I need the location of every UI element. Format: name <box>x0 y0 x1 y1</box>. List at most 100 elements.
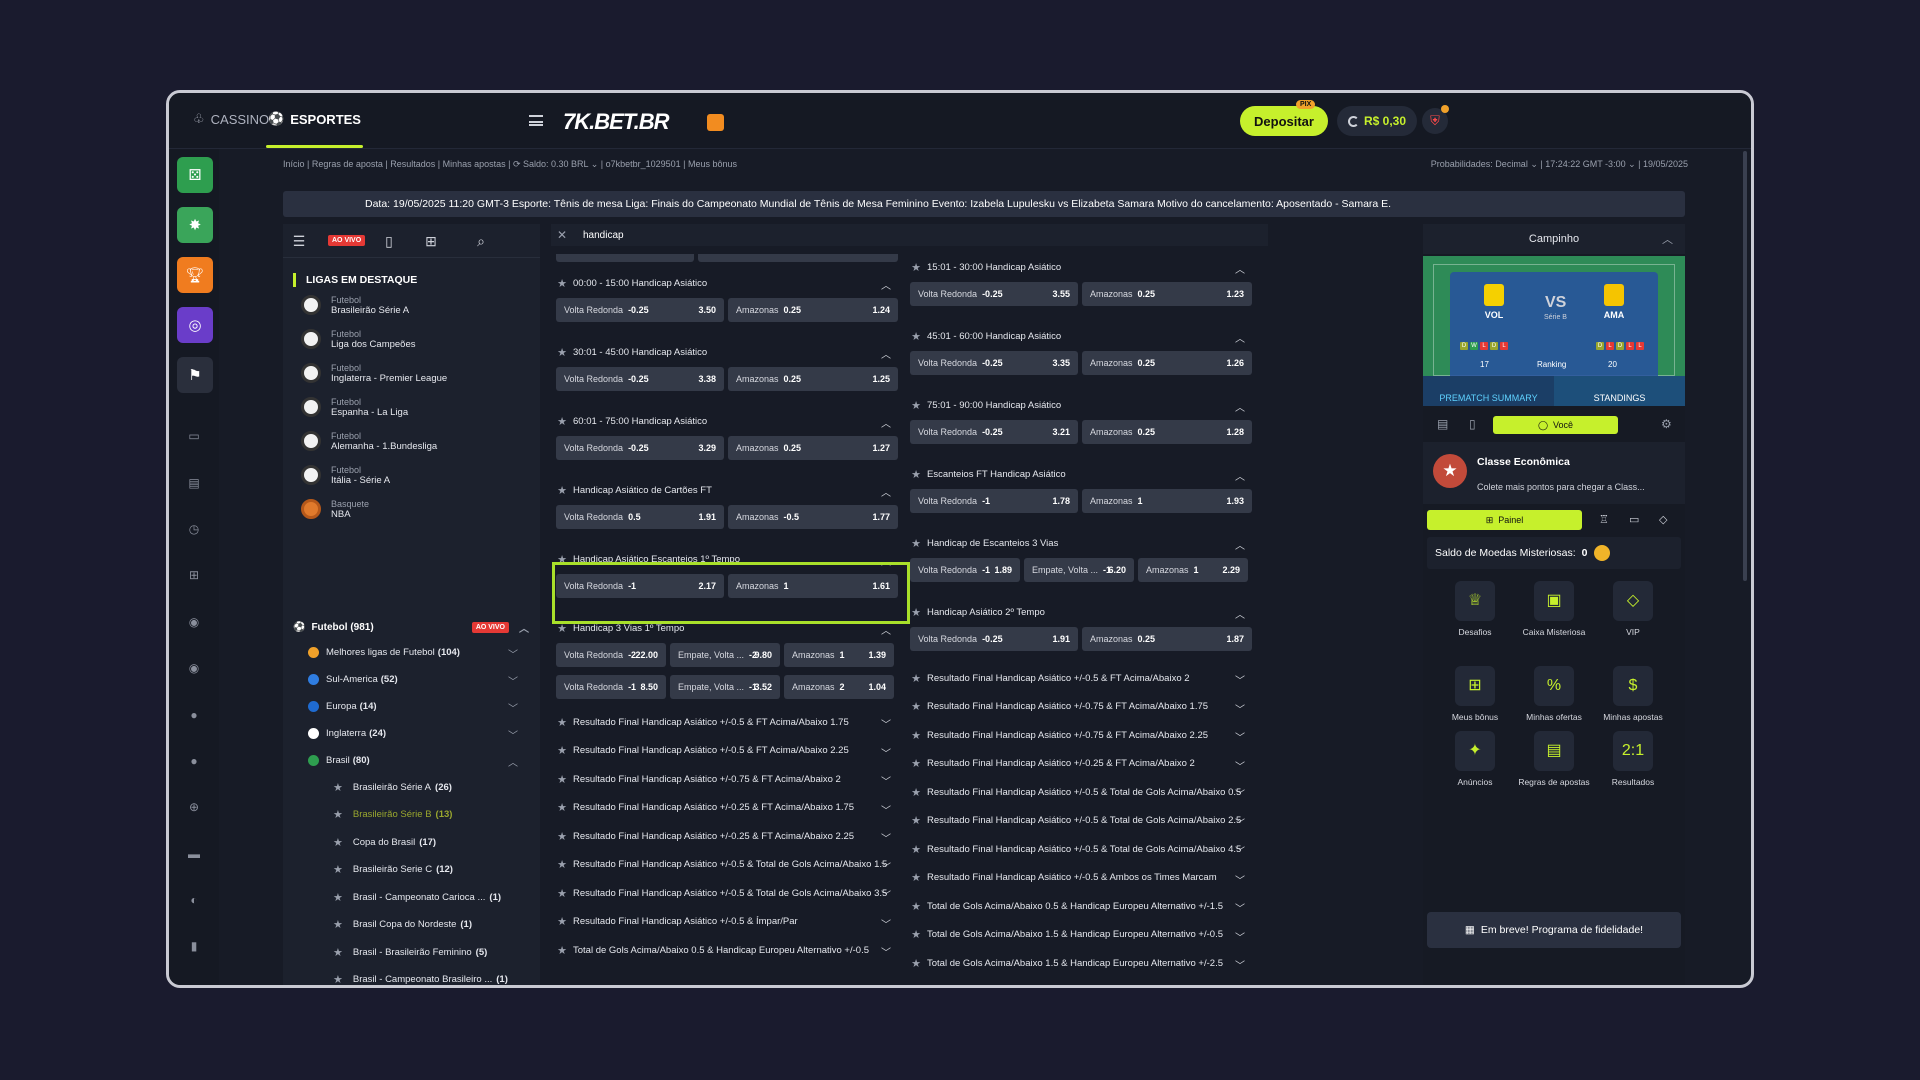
market-header[interactable]: ★ Total de Gols Acima/Abaixo 1.5 & Handic… <box>905 950 1255 976</box>
odd-button[interactable]: Amazonas 0.25 1.87 <box>1082 627 1252 651</box>
star-icon[interactable]: ★ <box>905 900 927 913</box>
market-header[interactable]: ★ Handicap Asiático 2º Tempo ︿ <box>905 599 1255 625</box>
soccer2-icon[interactable]: ◉ <box>186 660 202 676</box>
wheel-icon[interactable]: ◎ <box>177 307 213 343</box>
sport-football-header[interactable]: ⚽ Futebol (981) AO VIVO ︿ <box>293 617 529 637</box>
featured-league[interactable]: Futebol Alemanha - 1.Bundesliga <box>301 426 437 456</box>
menu-tile[interactable]: $ Minhas apostas <box>1593 666 1673 722</box>
odd-button[interactable]: Volta Redonda -0.25 3.21 <box>910 420 1078 444</box>
star-icon[interactable]: ★ <box>905 399 927 412</box>
star-icon[interactable]: ★ <box>551 944 573 957</box>
featured-league[interactable]: Futebol Brasileirão Série A <box>301 290 409 320</box>
loyalty-class-card[interactable]: ★ Classe Econômica Colete mais pontos pa… <box>1423 442 1685 504</box>
sub-league-item[interactable]: ★ Brasil Copa do Nordeste (1) <box>333 916 518 934</box>
star-icon[interactable]: ★ <box>905 786 927 799</box>
star-icon[interactable]: ★ <box>333 781 343 794</box>
star-icon[interactable]: ★ <box>905 261 927 274</box>
campinho-header[interactable]: Campinho ︿ <box>1423 224 1685 254</box>
menu-tile[interactable]: ✦ Anúncios <box>1435 731 1515 787</box>
close-icon[interactable]: ✕ <box>551 228 573 242</box>
soccer-icon[interactable]: ◉ <box>186 614 202 630</box>
odd-button[interactable]: Amazonas 0.25 1.28 <box>1082 420 1252 444</box>
odd-button[interactable]: Volta Redonda -0.25 3.29 <box>556 436 724 460</box>
table-tennis-icon[interactable]: ▮ <box>186 938 202 954</box>
market-header[interactable]: ★ 75:01 - 90:00 Handicap Asiático ︿ <box>905 392 1255 418</box>
market-header[interactable]: ★ Resultado Final Handicap Asiático +/-0.… <box>905 722 1255 748</box>
menu-tile[interactable]: % Minhas ofertas <box>1514 666 1594 722</box>
market-header[interactable]: ★ Resultado Final Handicap Asiático +/-0.… <box>551 709 901 735</box>
gear-icon[interactable]: ⚙ <box>1661 417 1672 431</box>
dashboard-button[interactable]: ⊞ Painel <box>1427 510 1582 530</box>
market-header[interactable]: ★ 30:01 - 45:00 Handicap Asiático ︿ <box>551 339 901 365</box>
star-icon[interactable]: ★ <box>905 843 927 856</box>
market-header[interactable]: ★ Resultado Final Handicap Asiático +/-0.… <box>905 665 1255 691</box>
menu-tile[interactable]: ♕ Desafios <box>1435 581 1515 637</box>
odd-button[interactable]: Volta Redonda -1 1.78 <box>910 489 1078 513</box>
star-icon[interactable]: ★ <box>551 277 573 290</box>
market-header[interactable]: ★ Resultado Final Handicap Asiático +/-0.… <box>905 751 1255 777</box>
star-icon[interactable]: ★ <box>905 700 927 713</box>
breadcrumb[interactable]: Início | Regras de aposta | Resultados |… <box>283 159 737 170</box>
market-header[interactable]: ★ Resultado Final Handicap Asiático +/-0.… <box>905 865 1255 891</box>
sub-league-item[interactable]: ★ Brasileirão Serie C (12) <box>333 861 518 879</box>
odd-button[interactable]: Volta Redonda -0.25 3.35 <box>910 351 1078 375</box>
market-header[interactable]: ★ 60:01 - 75:00 Handicap Asiático ︿ <box>551 408 901 434</box>
odd-button[interactable]: Amazonas 0.25 1.23 <box>1082 282 1252 306</box>
menu-tile[interactable]: ◇ VIP <box>1593 581 1673 637</box>
star-icon[interactable]: ★ <box>551 415 573 428</box>
loyalty-program-button[interactable]: ▦ Em breve! Programa de fidelidade! <box>1427 912 1681 948</box>
market-header[interactable]: ★ Escanteios FT Handicap Asiático ︿ <box>905 461 1255 487</box>
featured-league[interactable]: Futebol Liga dos Campeões <box>301 324 416 354</box>
volleyball-icon[interactable]: ◐ <box>186 892 202 908</box>
odd-button[interactable]: Amazonas 0.25 1.25 <box>728 367 898 391</box>
odd-button[interactable]: Amazonas 0.25 1.27 <box>728 436 898 460</box>
featured-league[interactable]: Futebol Espanha - La Liga <box>301 392 408 422</box>
page-scrollbar[interactable] <box>1743 151 1747 581</box>
tree-item[interactable]: Brasil (80) ︿ <box>308 751 518 769</box>
esports-icon[interactable]: ▬ <box>186 846 202 862</box>
odd-button[interactable]: Amazonas 0.25 1.26 <box>1082 351 1252 375</box>
brand-logo[interactable]: 7K.BET.BR <box>563 109 669 135</box>
tree-item[interactable]: Melhores ligas de Futebol (104) ﹀ <box>308 643 518 661</box>
featured-league[interactable]: Futebol Inglaterra - Premier League <box>301 358 447 388</box>
odd-button[interactable]: Amazonas -0.5 1.77 <box>728 505 898 529</box>
tab-prematch-summary[interactable]: PREMATCH SUMMARY <box>1423 376 1554 406</box>
odd-button[interactable]: Amazonas 0.25 1.24 <box>728 298 898 322</box>
tree-item[interactable]: Sul-America (52) ﹀ <box>308 670 518 688</box>
odd-button[interactable]: Empate, Volta ... -1 3.52 <box>670 675 780 699</box>
diamond-icon[interactable]: ◇ <box>1659 513 1667 526</box>
sub-league-item[interactable]: ★ Brasileirão Série A (26) <box>333 778 518 796</box>
sub-league-item[interactable]: ★ Copa do Brasil (17) <box>333 833 518 851</box>
search-input[interactable]: handicap <box>573 230 624 241</box>
menu-tile[interactable]: 2:1 Resultados <box>1593 731 1673 787</box>
tab-esportes[interactable]: ⚽ ESPORTES <box>266 111 363 148</box>
star-icon[interactable]: ★ <box>551 773 573 786</box>
odd-button[interactable]: Volta Redonda -0.25 3.38 <box>556 367 724 391</box>
star-icon[interactable]: ★ <box>905 814 927 827</box>
market-header[interactable]: ★ Handicap de Escanteios 3 Vias ︿ <box>905 530 1255 556</box>
sports-dice-icon[interactable]: ⚄ <box>177 157 213 193</box>
star-icon[interactable]: ★ <box>333 946 343 959</box>
odd-button[interactable]: Volta Redonda -0.25 3.50 <box>556 254 694 262</box>
globe-icon[interactable]: ● <box>186 707 202 723</box>
trophy-icon[interactable]: ♖ <box>1599 513 1609 526</box>
odd-button[interactable]: Volta Redonda -0.25 3.50 <box>556 298 724 322</box>
odd-button[interactable]: Amazonas 1 1.39 <box>784 643 894 667</box>
odd-button[interactable]: Volta Redonda -2 22.00 <box>556 643 666 667</box>
market-header[interactable]: ★ Resultado Final Handicap Asiático +/-0.… <box>551 766 901 792</box>
doc-icon[interactable]: ▤ <box>1437 417 1448 431</box>
market-header[interactable]: ★ Resultado Final Handicap Asiático +/-0.… <box>905 694 1255 720</box>
star-icon[interactable]: ★ <box>333 836 343 849</box>
market-header[interactable]: ★ Resultado Final Handicap Asiático +/-0.… <box>551 823 901 849</box>
odd-button[interactable]: Volta Redonda 0.5 1.91 <box>556 505 724 529</box>
star-icon[interactable]: ★ <box>551 346 573 359</box>
search-icon[interactable]: ⌕ <box>473 233 489 249</box>
star-icon[interactable]: ★ <box>333 918 343 931</box>
market-search[interactable]: ✕ handicap <box>551 224 1268 246</box>
odd-button[interactable]: Volta Redonda -0.25 1.91 <box>910 627 1078 651</box>
list-icon[interactable]: ☰ <box>291 233 307 249</box>
featured-league[interactable]: Futebol Itália - Série A <box>301 460 390 490</box>
menu-tile[interactable]: ▤ Regras de apostas <box>1514 731 1594 787</box>
odd-button[interactable]: Volta Redonda -1 1.89 <box>910 558 1020 582</box>
market-header[interactable]: ★ Resultado Final Handicap Asiático +/-0.… <box>551 795 901 821</box>
